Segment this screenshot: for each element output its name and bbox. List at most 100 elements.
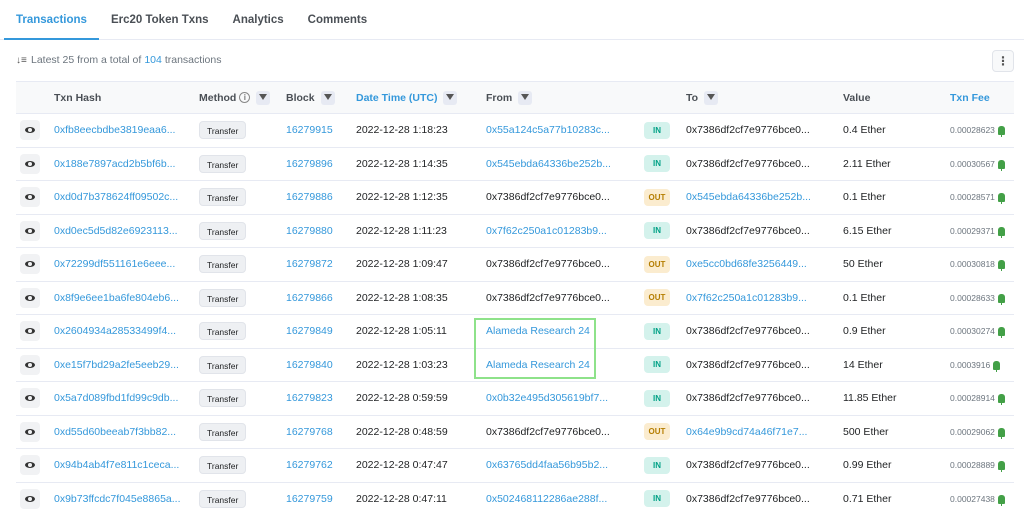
block-link[interactable]: 16279823 [282, 382, 352, 416]
txn-hash-link[interactable]: 0xd0d7b378624ff09502c... [50, 181, 195, 215]
method-badge: Transfer [199, 456, 247, 475]
eye-icon[interactable] [20, 354, 40, 375]
eye-icon[interactable] [20, 488, 40, 509]
header-txn-fee[interactable]: Txn Fee [946, 82, 1014, 114]
to-address[interactable]: 0x545ebda64336be252b... [682, 181, 839, 215]
block-link[interactable]: 16279762 [282, 449, 352, 483]
eye-icon[interactable] [20, 388, 40, 409]
date-time-cell: 2022-12-28 0:59:59 [356, 392, 448, 405]
gas-fee-icon [997, 226, 1005, 238]
txn-hash-link[interactable]: 0xfb8eecbdbe3819eaa6... [50, 114, 195, 148]
from-address[interactable]: 0x7f62c250a1c01283b9... [482, 214, 640, 248]
direction-cell: IN [640, 114, 682, 148]
block-link[interactable]: 16279880 [282, 214, 352, 248]
fee-cell: 0.00028623 [946, 114, 1014, 148]
eye-icon[interactable] [20, 287, 40, 308]
from-address[interactable]: 0x502468112286ae288f... [482, 482, 640, 515]
fee-value: 0.00028914 [950, 393, 995, 404]
from-address[interactable]: 0x0b32e495d305619bf7... [482, 382, 640, 416]
eye-cell [16, 449, 50, 483]
txn-hash-link[interactable]: 0xe15f7bd29a2fe5eeb29... [50, 348, 195, 382]
transaction-count-link[interactable]: 104 [144, 54, 162, 66]
block-link[interactable]: 16279896 [282, 147, 352, 181]
to-address[interactable]: 0xe5cc0bd68fe3256449... [682, 248, 839, 282]
filter-icon[interactable] [320, 90, 335, 105]
txn-hash-link[interactable]: 0xd55d60beeab7f3bb82... [50, 415, 195, 449]
eye-icon[interactable] [20, 455, 40, 476]
tab-erc20-token-txns[interactable]: Erc20 Token Txns [99, 0, 221, 40]
fee-value: 0.0003916 [950, 359, 991, 370]
to-address: 0x7386df2cf7e9776bce0... [686, 459, 810, 472]
txn-hash-link[interactable]: 0x2604934a28533499f4... [50, 315, 195, 349]
gas-fee-icon [997, 193, 1005, 205]
to-address[interactable]: 0x7f62c250a1c01283b9... [682, 281, 839, 315]
date-time-cell: 2022-12-28 1:18:23 [356, 124, 448, 137]
block-link[interactable]: 16279872 [282, 248, 352, 282]
header-date-time-label[interactable]: Date Time (UTC) [356, 91, 437, 103]
eye-cell [16, 482, 50, 515]
method-cell: Transfer [195, 348, 282, 382]
from-address[interactable]: 0x545ebda64336be252b... [482, 147, 640, 181]
direction-cell: IN [640, 382, 682, 416]
eye-icon[interactable] [20, 187, 40, 208]
table-row: 0x2604934a28533499f4... Transfer 16279849 2… [16, 315, 1014, 349]
info-icon[interactable]: i [239, 92, 251, 103]
from-address[interactable]: Alameda Research 24 [482, 348, 640, 382]
eye-cell [16, 315, 50, 349]
tab-analytics[interactable]: Analytics [221, 0, 296, 40]
to-address: 0x7386df2cf7e9776bce0... [686, 224, 810, 237]
to-address[interactable]: 0x64e9b9cd74a46f71e7... [682, 415, 839, 449]
header-to: To [682, 82, 839, 114]
eye-icon[interactable] [20, 254, 40, 275]
header-method-label: Method [199, 91, 237, 104]
table-row: 0x188e7897acd2b5bf6b... Transfer 16279896 2… [16, 147, 1014, 181]
eye-cell [16, 181, 50, 215]
direction-cell: OUT [640, 281, 682, 315]
filter-icon[interactable] [518, 90, 533, 105]
fee-value: 0.00030274 [950, 326, 995, 337]
block-link[interactable]: 16279915 [282, 114, 352, 148]
more-options-button[interactable]: ⋮ [992, 50, 1014, 72]
txn-hash-link[interactable]: 0x72299df551161e6eee... [50, 248, 195, 282]
gas-fee-icon [993, 360, 1001, 372]
eye-icon[interactable] [20, 153, 40, 174]
fee-cell: 0.00027438 [946, 482, 1014, 515]
from-address[interactable]: Alameda Research 24 [482, 315, 640, 349]
block-link[interactable]: 16279768 [282, 415, 352, 449]
txn-hash-link[interactable]: 0xd0ec5d5d82e6923113... [50, 214, 195, 248]
tab-transactions[interactable]: Transactions [4, 0, 99, 40]
table-row: 0xfb8eecbdbe3819eaa6... Transfer 16279915 2… [16, 114, 1014, 148]
block-link[interactable]: 16279849 [282, 315, 352, 349]
txn-hash-link[interactable]: 0x5a7d089fbd1fd99c9db... [50, 382, 195, 416]
tab-comments[interactable]: Comments [296, 0, 379, 40]
direction-badge: OUT [644, 255, 670, 273]
block-link[interactable]: 16279840 [282, 348, 352, 382]
eye-icon[interactable] [20, 421, 40, 442]
eye-icon[interactable] [20, 120, 40, 141]
sort-descending-icon: ↓≡ [16, 54, 27, 66]
eye-icon[interactable] [20, 321, 40, 342]
direction-badge: IN [644, 155, 670, 173]
fee-value: 0.00030818 [950, 259, 995, 270]
value-cell: 0.4 Ether [843, 124, 886, 137]
filter-icon[interactable] [256, 90, 271, 105]
txn-hash-link[interactable]: 0x94b4ab4f7e811c1ceca... [50, 449, 195, 483]
method-badge: Transfer [199, 322, 247, 341]
block-link[interactable]: 16279886 [282, 181, 352, 215]
block-link[interactable]: 16279866 [282, 281, 352, 315]
txn-hash-link[interactable]: 0x8f9e6ee1ba6fe804eb6... [50, 281, 195, 315]
header-block: Block [282, 82, 352, 114]
table-row: 0xd55d60beeab7f3bb82... Transfer 16279768 2… [16, 415, 1014, 449]
txn-hash-link[interactable]: 0x188e7897acd2b5bf6b... [50, 147, 195, 181]
filter-icon[interactable] [443, 90, 458, 105]
eye-icon[interactable] [20, 220, 40, 241]
direction-badge: IN [644, 389, 670, 407]
to-address: 0x7386df2cf7e9776bce0... [686, 325, 810, 338]
block-link[interactable]: 16279759 [282, 482, 352, 515]
filter-icon[interactable] [704, 90, 719, 105]
from-address[interactable]: 0x55a124c5a77b10283c... [482, 114, 640, 148]
header-to-label: To [686, 91, 699, 104]
txn-hash-link[interactable]: 0x9b73ffcdc7f045e8865a... [50, 482, 195, 515]
summary-suffix: transactions [164, 54, 222, 66]
from-address[interactable]: 0x63765dd4faa56b95b2... [482, 449, 640, 483]
